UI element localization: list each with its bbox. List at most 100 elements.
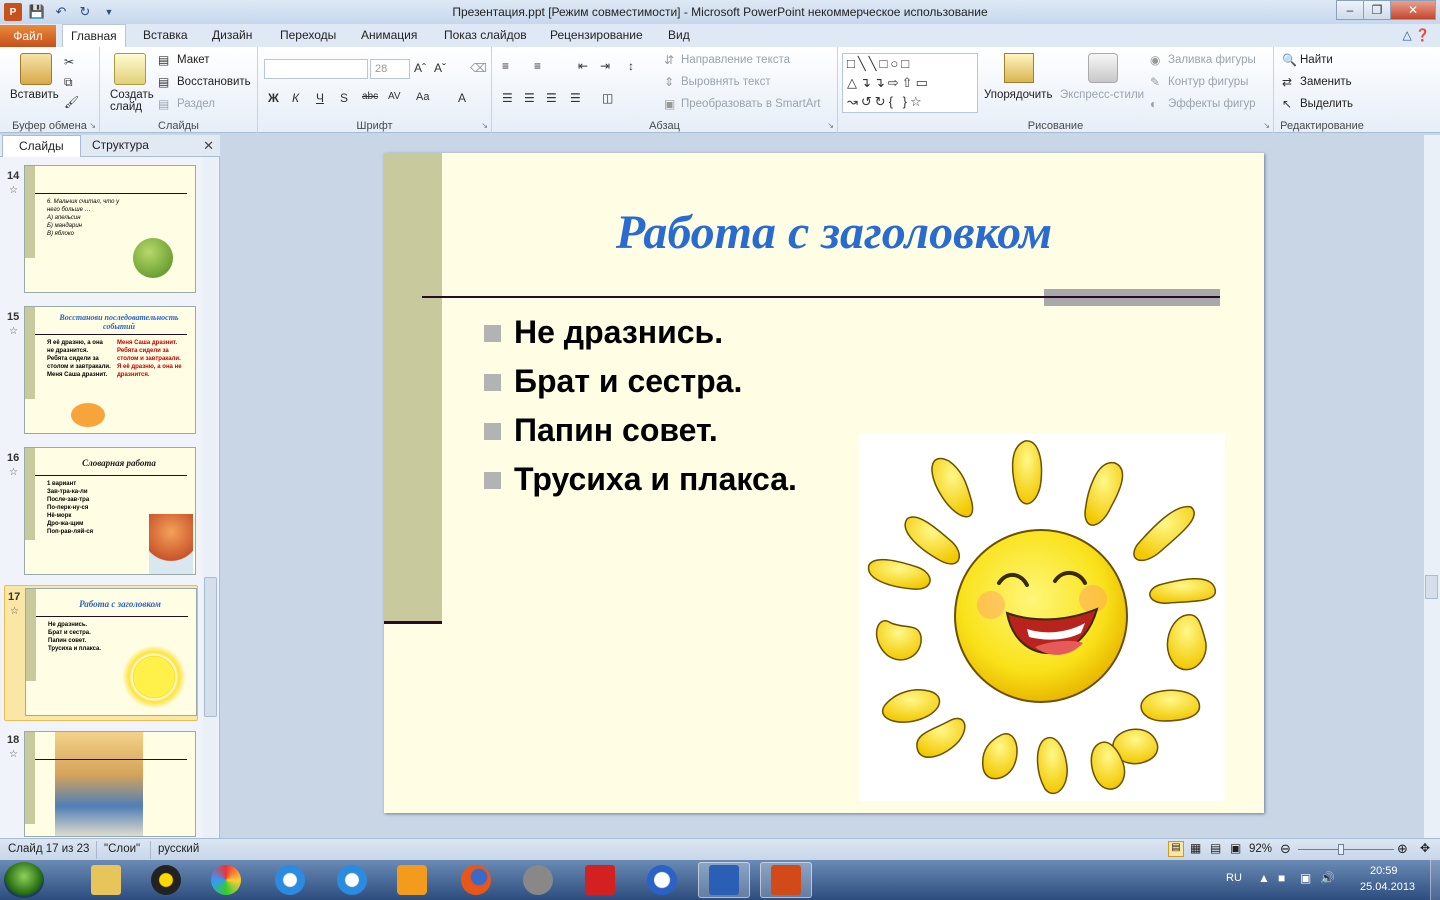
fit-slide-icon[interactable]: ✥ <box>1420 841 1430 855</box>
theme-name[interactable]: "Слои" <box>104 843 140 855</box>
clear-format-icon[interactable]: ⌫ <box>470 61 487 75</box>
drawing-launcher-icon[interactable]: ↘ <box>1263 121 1270 130</box>
taskbar-video[interactable] <box>386 862 438 898</box>
text-direction-button[interactable]: Направление текста <box>681 54 790 66</box>
cut-icon[interactable]: ✂ <box>64 55 74 69</box>
taskbar-explorer[interactable] <box>80 862 132 898</box>
language-indicator[interactable]: русский <box>158 843 199 855</box>
clock-date[interactable]: 25.04.2013 <box>1360 881 1415 893</box>
scrollbar-thumb[interactable] <box>204 577 217 717</box>
tab-file[interactable]: Файл <box>0 25 56 47</box>
slide-thumbnail-row-selected[interactable]: 17 ☆ Работа с заголовком Не дразнись. Бр… <box>4 585 198 721</box>
align-left-icon[interactable]: ☰ <box>502 91 513 105</box>
tray-network-icon[interactable]: ▣ <box>1300 871 1311 885</box>
tab-slides[interactable]: Слайды <box>2 135 81 157</box>
taskbar-powerpoint[interactable] <box>760 862 812 898</box>
shape-outline-button[interactable]: Контур фигуры <box>1168 76 1248 88</box>
slide-sorter-icon[interactable]: ▦ <box>1190 841 1201 855</box>
grow-font-icon[interactable]: Aˆ <box>414 61 426 75</box>
bold-icon[interactable]: Ж <box>268 91 279 105</box>
strikethrough-icon[interactable]: abc <box>362 91 378 102</box>
scrollbar-thumb[interactable] <box>1425 575 1438 599</box>
bullets-icon[interactable]: ≡ <box>502 59 509 73</box>
close-pane-icon[interactable]: ✕ <box>203 138 214 154</box>
start-button[interactable] <box>4 862 44 898</box>
replace-button[interactable]: Заменить <box>1300 76 1352 88</box>
normal-view-icon[interactable]: ▤ <box>1168 841 1184 857</box>
tab-insert[interactable]: Вставка <box>143 28 188 42</box>
paragraph-launcher-icon[interactable]: ↘ <box>827 121 834 130</box>
section-button[interactable]: Раздел <box>177 98 215 110</box>
slide-thumbnail[interactable]: Восстанови последовательность событий Я … <box>24 306 196 434</box>
font-size-input[interactable]: 28 <box>370 59 410 79</box>
font-color-icon[interactable]: A <box>458 91 466 105</box>
clipboard-launcher-icon[interactable]: ↘ <box>89 121 96 130</box>
tab-review[interactable]: Рецензирование <box>550 28 643 42</box>
help-icon[interactable]: △ ❓ <box>1402 28 1430 42</box>
smartart-button[interactable]: Преобразовать в SmartArt <box>681 98 821 110</box>
shape-fill-button[interactable]: Заливка фигуры <box>1168 54 1256 66</box>
slide-thumbnail[interactable]: Работа с заголовком Не дразнись. Брат и … <box>25 588 197 716</box>
copy-icon[interactable]: ⧉ <box>64 75 73 90</box>
select-button[interactable]: Выделить <box>1300 98 1353 110</box>
align-text-button[interactable]: Выровнять текст <box>681 76 771 88</box>
maximize-button[interactable]: ❐ <box>1363 0 1391 20</box>
shapes-gallery[interactable]: □╲╲□○□ △↴↴⇨⇧▭ ↝↺↻{ }☆ <box>842 53 978 113</box>
slide-thumbnail-row[interactable]: 15 ☆ Восстанови последовательность событ… <box>4 306 198 438</box>
editor-scrollbar[interactable] <box>1424 135 1440 838</box>
decrease-indent-icon[interactable]: ⇤ <box>578 59 588 73</box>
arrange-button[interactable]: Упорядочить <box>984 89 1052 101</box>
taskbar-ie2[interactable] <box>326 862 378 898</box>
tray-volume-icon[interactable]: 🔊 <box>1320 871 1335 885</box>
font-name-input[interactable] <box>264 59 368 79</box>
italic-icon[interactable]: К <box>292 91 299 105</box>
taskbar-paint[interactable] <box>200 862 252 898</box>
clock-time[interactable]: 20:59 <box>1370 865 1398 877</box>
justify-icon[interactable]: ☰ <box>570 91 581 105</box>
tab-transitions[interactable]: Переходы <box>280 28 336 42</box>
slide-thumbnail-row[interactable]: 14 ☆ 6. Мальчик считал, что у него больш… <box>4 165 198 297</box>
tab-design[interactable]: Дизайн <box>212 28 252 42</box>
tray-show-hidden-icon[interactable]: ▲ <box>1258 871 1270 885</box>
line-spacing-icon[interactable]: ↕ <box>628 59 634 73</box>
numbering-icon[interactable]: ≡ <box>534 59 541 73</box>
taskbar-media[interactable] <box>140 862 192 898</box>
format-painter-icon[interactable]: 🖌 <box>64 95 79 109</box>
taskbar-kaspersky[interactable] <box>574 862 626 898</box>
paste-button[interactable]: Вставить <box>10 89 59 101</box>
slide-thumbnail[interactable]: Словарная работа 1 вариант Зав-тра-ка-ли… <box>24 447 196 575</box>
slide-thumbnail[interactable] <box>24 731 196 837</box>
zoom-slider[interactable] <box>1298 849 1394 850</box>
slide-title[interactable]: Работа с заголовком <box>484 205 1184 260</box>
taskbar-ie[interactable] <box>264 862 316 898</box>
columns-icon[interactable]: ◫ <box>602 91 613 105</box>
slides-pane-scrollbar[interactable] <box>203 157 218 838</box>
close-button[interactable]: ✕ <box>1390 0 1436 20</box>
new-slide-button[interactable]: Создать слайд <box>110 89 156 113</box>
find-button[interactable]: Найти <box>1300 54 1333 66</box>
taskbar-mail[interactable] <box>636 862 688 898</box>
tab-home[interactable]: Главная <box>62 24 126 47</box>
char-spacing-icon[interactable]: AV <box>388 91 401 102</box>
slide-canvas[interactable]: Работа с заголовком Не дразнись. Брат и … <box>384 153 1264 813</box>
reset-button[interactable]: Восстановить <box>177 76 251 88</box>
tray-kaspersky-icon[interactable]: ■ <box>1278 871 1285 885</box>
zoom-slider-thumb[interactable] <box>1338 844 1344 855</box>
slideshow-icon[interactable]: ▣ <box>1230 841 1241 855</box>
zoom-out-icon[interactable]: ⊖ <box>1280 841 1291 857</box>
shrink-font-icon[interactable]: Aˇ <box>434 61 446 75</box>
reading-view-icon[interactable]: ▤ <box>1210 841 1221 855</box>
align-center-icon[interactable]: ☰ <box>524 91 535 105</box>
taskbar-firefox[interactable] <box>450 862 502 898</box>
tab-slideshow[interactable]: Показ слайдов <box>444 28 527 42</box>
slide-thumbnail-row[interactable]: 16 ☆ Словарная работа 1 вариант Зав-тра-… <box>4 447 198 579</box>
align-right-icon[interactable]: ☰ <box>546 91 557 105</box>
underline-icon[interactable]: Ч <box>316 91 324 105</box>
zoom-in-icon[interactable]: ⊕ <box>1397 841 1408 857</box>
input-language[interactable]: RU <box>1226 872 1242 884</box>
layout-button[interactable]: Макет <box>177 54 210 66</box>
tab-animation[interactable]: Анимация <box>361 28 417 42</box>
increase-indent-icon[interactable]: ⇥ <box>600 59 610 73</box>
shape-effects-button[interactable]: Эффекты фигур <box>1168 98 1256 110</box>
sun-picture[interactable] <box>859 433 1225 801</box>
